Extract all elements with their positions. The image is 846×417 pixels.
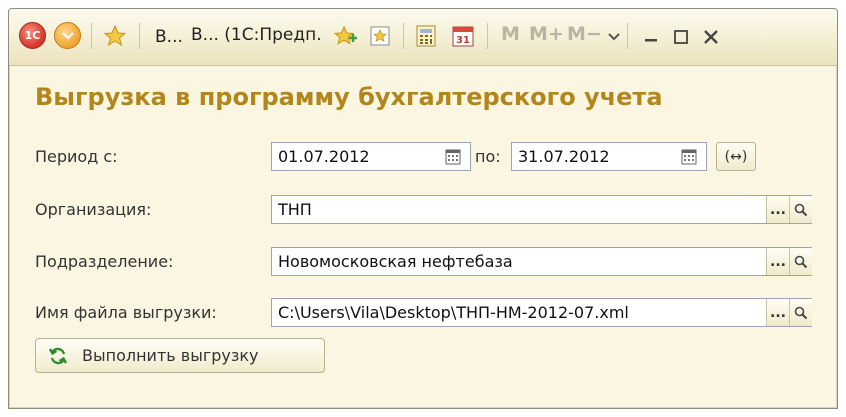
search-icon[interactable] <box>789 196 812 223</box>
add-favorite-icon[interactable] <box>331 22 359 50</box>
organization-value: ТНП <box>278 200 312 219</box>
file-choose-button[interactable]: ... <box>766 299 789 326</box>
period-select-label: (↔) <box>724 148 748 165</box>
department-input[interactable]: Новомосковская нефтебаза <box>271 247 812 276</box>
department-value: Новомосковская нефтебаза <box>278 252 513 271</box>
window-title-short: В... <box>155 27 183 47</box>
choose-dots: ... <box>770 201 786 218</box>
refresh-icon <box>48 346 68 366</box>
favorite-star-icon[interactable] <box>101 22 129 50</box>
memory-plus-button[interactable]: M+ <box>529 23 564 45</box>
organization-input[interactable]: ТНП <box>271 195 812 224</box>
calendar-picker-icon[interactable] <box>441 146 465 168</box>
file-name-input[interactable]: C:\Users\Vila\Desktop\ТНП-НМ-2012-07.xml <box>271 298 812 327</box>
bookmark-icon[interactable] <box>367 23 393 49</box>
calendar-icon[interactable]: 31 <box>449 22 477 50</box>
department-choose-button[interactable]: ... <box>766 248 789 275</box>
file-name-label: Имя файла выгрузки: <box>35 303 217 322</box>
run-export-label: Выполнить выгрузку <box>82 346 259 365</box>
period-from-value: 01.07.2012 <box>278 147 370 166</box>
file-name-value: C:\Users\Vila\Desktop\ТНП-НМ-2012-07.xml <box>278 303 629 322</box>
calendar-picker-icon[interactable] <box>677 146 701 168</box>
window-title: В... (1С:Предп. <box>191 25 322 45</box>
window-title-button[interactable]: В... <box>155 26 183 48</box>
choose-dots: ... <box>770 253 786 270</box>
maximize-icon[interactable] <box>669 25 693 49</box>
close-icon[interactable] <box>699 25 723 49</box>
search-icon[interactable] <box>789 299 812 326</box>
minimize-icon[interactable] <box>639 25 663 49</box>
period-from-label: Период с: <box>35 147 118 166</box>
department-label: Подразделение: <box>35 252 174 271</box>
app-window: 1С В... В... (1С:Предп. 31 M M+ M− Выгру… <box>8 8 838 409</box>
period-to-value: 31.07.2012 <box>518 147 610 166</box>
title-bar: 1С В... В... (1С:Предп. 31 M M+ M− <box>9 9 837 66</box>
page-title: Выгрузка в программу бухгалтерского учет… <box>35 83 663 111</box>
period-to-label: по: <box>475 147 501 166</box>
search-icon[interactable] <box>789 248 812 275</box>
memory-m-button[interactable]: M <box>501 23 520 45</box>
dropdown-arrow-icon[interactable] <box>605 27 623 47</box>
menu-dropdown-icon[interactable] <box>54 22 81 49</box>
organization-choose-button[interactable]: ... <box>766 196 789 223</box>
1c-logo-icon[interactable]: 1С <box>19 22 46 49</box>
run-export-button[interactable]: Выполнить выгрузку <box>35 338 325 373</box>
period-select-button[interactable]: (↔) <box>716 142 756 171</box>
memory-minus-button[interactable]: M− <box>567 23 602 45</box>
organization-label: Организация: <box>35 200 152 219</box>
calculator-icon[interactable] <box>413 23 439 49</box>
svg-text:31: 31 <box>456 35 470 46</box>
choose-dots: ... <box>770 304 786 321</box>
